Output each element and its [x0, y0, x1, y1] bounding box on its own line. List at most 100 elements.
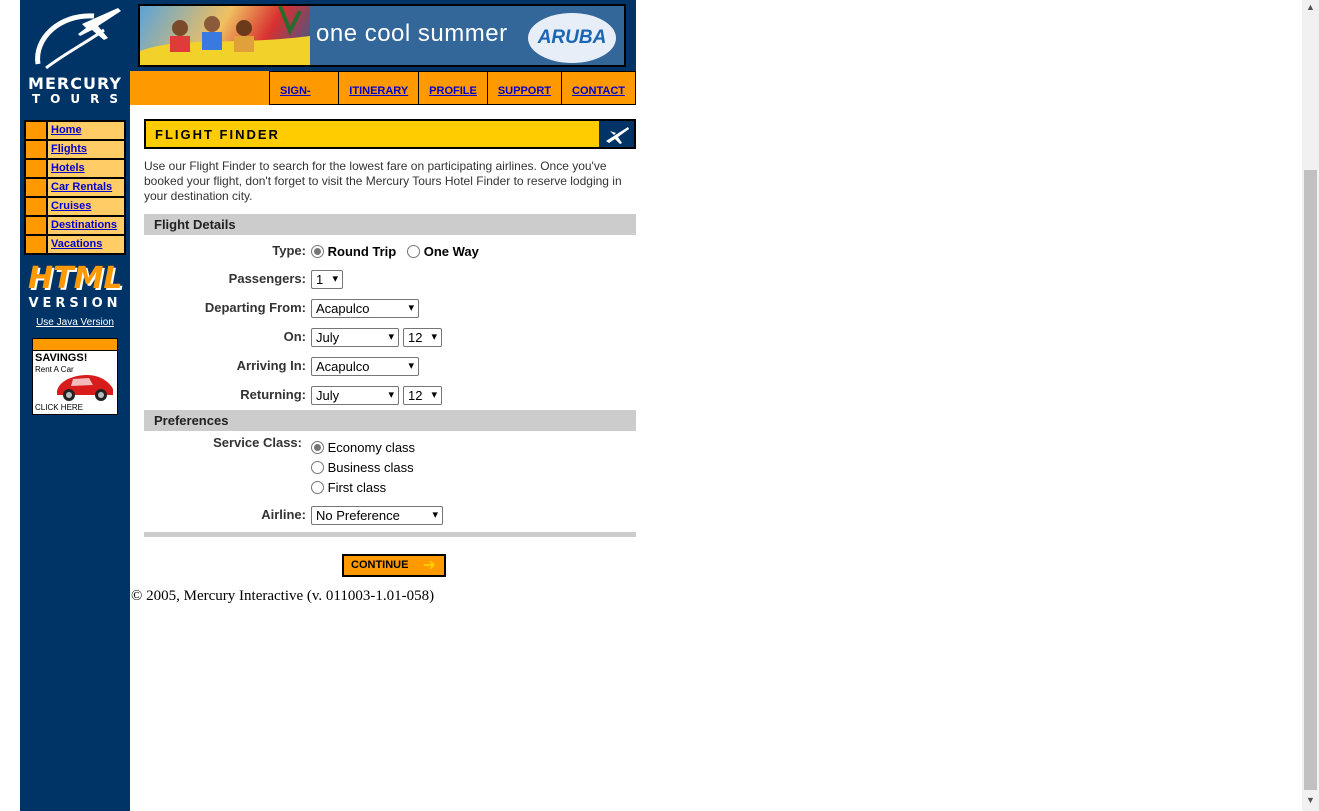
scroll-up-arrow-icon[interactable]: ▲: [1302, 2, 1319, 16]
sidebar-nav: Home Flights Hotels Car Rentals Cruises …: [24, 120, 126, 255]
returning-label: Returning:: [240, 387, 306, 402]
arriving-in-label: Arriving In:: [236, 358, 306, 373]
brand-line1: MERCURY: [28, 74, 122, 93]
contact-link[interactable]: CONTACT: [572, 85, 625, 97]
sidebar-swatch: [26, 236, 46, 253]
sidebar-item-destinations: Destinations: [26, 217, 124, 234]
passengers-label: Passengers:: [228, 271, 306, 286]
continue-label: CONTINUE: [351, 559, 409, 571]
airplane-icon: [599, 121, 634, 147]
type-label: Type:: [272, 243, 306, 258]
arrow-right-icon: ➜: [422, 557, 436, 574]
chevron-down-icon: ▾: [408, 360, 414, 372]
business-class-label: Business class: [327, 460, 414, 476]
depart-month-value: July: [316, 330, 340, 345]
one-way-radio[interactable]: [407, 245, 421, 259]
sidebar-link-home[interactable]: Home: [51, 124, 82, 136]
chevron-down-icon: ▾: [388, 389, 394, 401]
preferences-section-header: Preferences: [144, 410, 636, 431]
html-version-title: HTML: [28, 261, 123, 296]
service-class-first: First class: [311, 479, 386, 495]
passengers-select[interactable]: 1 ▾: [311, 270, 343, 289]
sidebar-link-hotels[interactable]: Hotels: [51, 162, 85, 174]
chevron-down-icon: ▾: [388, 331, 394, 343]
sidebar-swatch: [26, 179, 46, 196]
chevron-down-icon: ▾: [432, 509, 438, 521]
sidebar-link-flights[interactable]: Flights: [51, 143, 87, 155]
trip-type-group: Round Trip One Way: [311, 243, 479, 259]
sidebar-item-cruises: Cruises: [26, 198, 124, 215]
java-version-container: Use Java Version: [20, 317, 130, 328]
first-class-label: First class: [327, 480, 387, 496]
copyright-footer: © 2005, Mercury Interactive (v. 011003-1…: [131, 588, 435, 604]
service-class-business: Business class: [311, 459, 414, 475]
form-divider: [144, 532, 636, 537]
round-trip-label: Round Trip: [327, 244, 397, 260]
depart-day-select[interactable]: 12 ▾: [403, 328, 442, 347]
sidebar-item-vacations: Vacations: [26, 236, 124, 253]
passengers-value: 1: [316, 272, 324, 287]
banner-slogan: one cool summer: [316, 20, 508, 47]
sidebar-item-home: Home: [26, 122, 124, 139]
aruba-banner-ad[interactable]: one cool summer ARUBA: [138, 4, 626, 67]
scrollbar-thumb[interactable]: [1304, 170, 1317, 790]
scroll-down-arrow-icon[interactable]: ▼: [1302, 795, 1319, 809]
return-month-select[interactable]: July ▾: [311, 386, 399, 405]
top-nav-item: SUPPORT: [487, 71, 563, 105]
intro-text: Use our Flight Finder to search for the …: [144, 159, 622, 203]
sidebar-item-hotels: Hotels: [26, 160, 124, 177]
round-trip-radio[interactable]: [311, 245, 324, 259]
one-way-label: One Way: [423, 244, 479, 260]
banner-people-illustration: [140, 6, 310, 65]
arriving-in-select[interactable]: Acapulco ▾: [311, 357, 419, 376]
sidebar-item-flights: Flights: [26, 141, 124, 158]
top-nav: SIGN-OFF ITINERARY PROFILE SUPPORT CONTA…: [269, 71, 636, 131]
sidebar-link-cruises[interactable]: Cruises: [51, 200, 91, 212]
economy-class-label: Economy class: [327, 440, 416, 456]
airline-label: Airline:: [261, 507, 306, 522]
support-link[interactable]: SUPPORT: [498, 85, 551, 97]
java-version-link[interactable]: Use Java Version: [36, 317, 114, 328]
mercury-tours-logo[interactable]: MERCURY TOURS: [24, 4, 126, 108]
aruba-logo-text: ARUBA: [537, 27, 607, 48]
flight-finder-header: FLIGHT FINDER: [144, 119, 636, 149]
savings-ad-bar: [33, 339, 117, 351]
service-class-label: Service Class:: [213, 435, 302, 450]
sidebar-swatch: [26, 141, 46, 158]
red-car-icon: [57, 375, 113, 401]
savings-ad-cta: CLICK HERE: [35, 403, 84, 412]
sidebar-item-car-rentals: Car Rentals: [26, 179, 124, 196]
top-nav-item: PROFILE: [419, 71, 488, 105]
sidebar-swatch: [26, 122, 46, 139]
chevron-down-icon: ▾: [332, 273, 338, 285]
top-nav-item: ITINERARY: [339, 71, 420, 105]
aruba-logo: ARUBA: [528, 13, 616, 63]
html-version-subtitle: VERSION: [28, 296, 122, 311]
depart-month-select[interactable]: July ▾: [311, 328, 399, 347]
return-day-select[interactable]: 12 ▾: [403, 386, 442, 405]
airline-select[interactable]: No Preference ▾: [311, 506, 443, 525]
itinerary-link[interactable]: ITINERARY: [349, 85, 408, 97]
sidebar-swatch: [26, 160, 46, 177]
return-day-value: 12: [408, 388, 423, 403]
departing-from-select[interactable]: Acapulco ▾: [311, 299, 419, 318]
economy-class-radio[interactable]: [311, 441, 324, 455]
business-class-radio[interactable]: [311, 461, 324, 475]
sidebar-link-destinations[interactable]: Destinations: [51, 219, 117, 231]
savings-ad[interactable]: SAVINGS! Rent A Car CLICK HERE: [32, 338, 118, 415]
continue-button[interactable]: CONTINUE ➜: [342, 554, 446, 577]
top-nav-item: CONTACT: [562, 71, 636, 105]
sidebar-link-vacations[interactable]: Vacations: [51, 238, 102, 250]
profile-link[interactable]: PROFILE: [429, 85, 477, 97]
airplane-swoosh-icon: [35, 8, 121, 70]
arriving-in-value: Acapulco: [316, 359, 370, 374]
airline-value: No Preference: [316, 508, 400, 523]
first-class-radio[interactable]: [311, 481, 324, 495]
sidebar-link-car-rentals[interactable]: Car Rentals: [51, 181, 112, 193]
brand-line2: TOURS: [32, 92, 129, 106]
savings-ad-headline: SAVINGS!: [35, 352, 88, 364]
top-nav-band: SIGN-OFF ITINERARY PROFILE SUPPORT CONTA…: [130, 71, 636, 131]
departing-from-label: Departing From:: [204, 300, 306, 315]
depart-day-value: 12: [408, 330, 423, 345]
top-nav-item: SIGN-OFF: [270, 71, 340, 131]
